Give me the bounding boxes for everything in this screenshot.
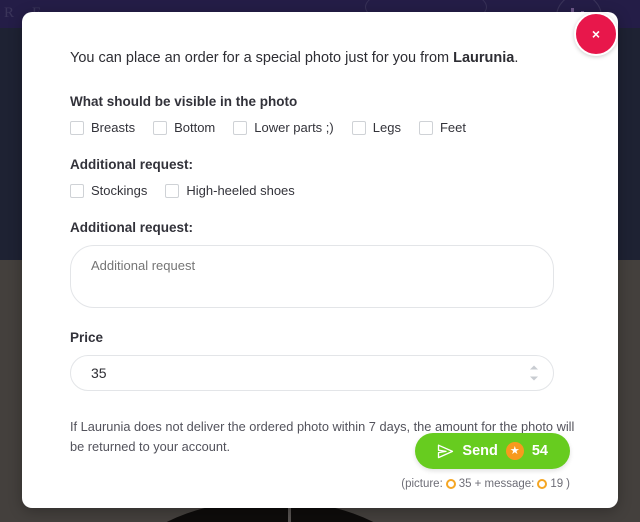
checkbox-label: High-heeled shoes: [186, 183, 295, 199]
cost-suffix: ): [566, 478, 570, 490]
checkbox-legs[interactable]: Legs: [351, 120, 401, 136]
checkbox-high-heeled-shoes[interactable]: High-heeled shoes: [165, 183, 295, 199]
coin-icon-picture: [445, 479, 456, 489]
price-stepper[interactable]: [529, 365, 538, 381]
send-button[interactable]: Send ★ 54: [415, 433, 570, 469]
modal-intro-text: You can place an order for a special pho…: [70, 48, 570, 68]
checkbox-feet[interactable]: Feet: [418, 120, 466, 136]
close-icon: ×: [591, 26, 601, 42]
price-input[interactable]: [70, 355, 554, 392]
close-button[interactable]: ×: [574, 12, 618, 56]
stepper-up-icon[interactable]: [529, 365, 538, 370]
send-button-label: Send: [462, 443, 498, 459]
stepper-down-icon[interactable]: [529, 376, 538, 381]
intro-creator-name: Laurunia: [453, 50, 515, 66]
cost-picture-value: 35: [458, 478, 472, 490]
checkbox-label: Stockings: [91, 183, 148, 199]
screen: R F × You can place an order for a speci…: [0, 0, 640, 522]
checkbox-lower-parts[interactable]: Lower parts ;): [233, 120, 334, 136]
star-icon: ★: [505, 442, 524, 460]
checkbox-box-icon[interactable]: [233, 120, 248, 135]
additional-request-input[interactable]: [70, 245, 554, 309]
intro-prefix: You can place an order for a special pho…: [70, 50, 454, 66]
additional-request-label: Additional request:: [70, 220, 194, 236]
cost-message-value: 19: [550, 478, 564, 490]
checkbox-stockings[interactable]: Stockings: [70, 183, 147, 198]
order-photo-modal: × You can place an order for a special p…: [22, 12, 618, 508]
modal-body: × You can place an order for a special p…: [22, 12, 618, 508]
modal-footer: Send ★ 54 (picture: 35 + message: 19 ): [401, 433, 570, 490]
checkbox-box-icon[interactable]: [418, 120, 433, 135]
checkbox-box-icon[interactable]: [351, 120, 366, 135]
checkbox-label: Lower parts ;): [254, 120, 334, 136]
paper-plane-icon: [438, 444, 454, 458]
additional-checkbox-section-label: Additional request:: [70, 157, 194, 173]
checkbox-box-icon[interactable]: [153, 120, 168, 135]
checkbox-label: Bottom: [174, 120, 216, 136]
visible-options-group: Breasts Bottom Lower parts ;) Legs Feet: [70, 120, 570, 135]
checkbox-box-icon[interactable]: [70, 120, 84, 135]
cost-plus: + message:: [474, 478, 535, 490]
checkbox-bottom[interactable]: Bottom: [153, 120, 215, 135]
price-field-wrapper: [70, 355, 554, 392]
cost-prefix: (picture:: [401, 478, 443, 490]
checkbox-label: Breasts: [91, 120, 136, 136]
checkbox-label: Feet: [439, 120, 466, 136]
cost-breakdown: (picture: 35 + message: 19 ): [401, 478, 570, 490]
checkbox-box-icon[interactable]: [165, 183, 180, 198]
checkbox-breasts[interactable]: Breasts: [70, 120, 135, 135]
coin-icon-message: [537, 479, 548, 489]
checkbox-label: Legs: [372, 120, 401, 136]
intro-suffix: .: [514, 50, 519, 66]
additional-options-group: Stockings High-heeled shoes: [70, 183, 570, 198]
visible-section-label: What should be visible in the photo: [70, 94, 298, 110]
checkbox-box-icon[interactable]: [70, 183, 84, 198]
navbar-glyph-left: R: [4, 5, 15, 21]
price-label: Price: [70, 330, 104, 346]
send-total-count: 54: [531, 443, 548, 459]
